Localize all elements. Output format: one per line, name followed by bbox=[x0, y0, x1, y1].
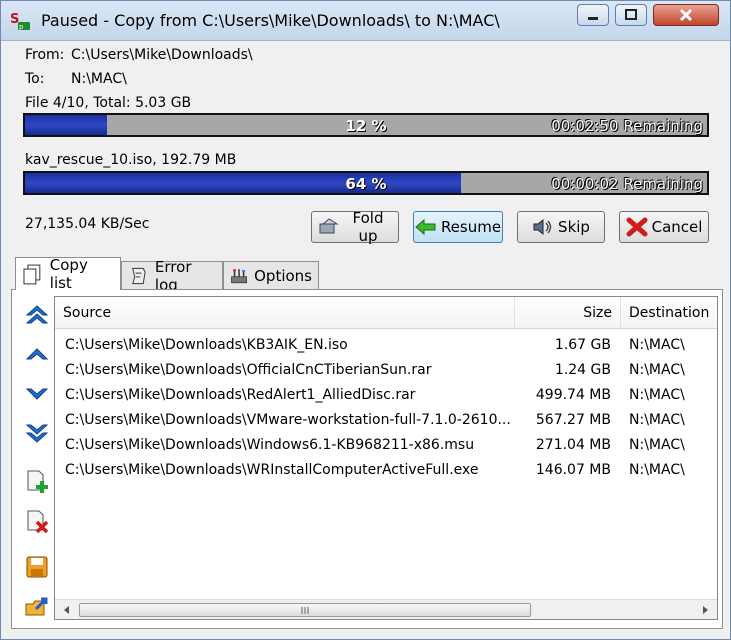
grip-icon bbox=[301, 607, 309, 614]
cancel-x-icon bbox=[626, 217, 648, 237]
row-size: 567.27 MB bbox=[535, 412, 611, 428]
row-source: C:\Users\Mike\Downloads\KB3AIK_EN.iso bbox=[65, 337, 348, 353]
skip-button[interactable]: Skip bbox=[517, 211, 605, 243]
svg-text:p: p bbox=[19, 23, 24, 31]
row-source: C:\Users\Mike\Downloads\WRInstallCompute… bbox=[65, 462, 479, 478]
fold-up-icon bbox=[319, 218, 339, 234]
scroll-right-icon[interactable] bbox=[699, 604, 711, 616]
to-value: N:\MAC\ bbox=[71, 71, 127, 87]
from-label: From: bbox=[25, 47, 65, 63]
column-destination[interactable]: Destination bbox=[621, 297, 717, 329]
error-log-icon bbox=[132, 267, 146, 284]
load-list-icon[interactable] bbox=[24, 594, 50, 620]
from-value: C:\Users\Mike\Downloads\ bbox=[71, 47, 253, 63]
move-to-top-icon[interactable] bbox=[24, 302, 50, 328]
close-window-button[interactable] bbox=[653, 4, 719, 26]
title-bar[interactable]: S p Paused - Copy from C:\Users\Mike\Dow… bbox=[1, 1, 730, 41]
total-progress-bar: 12 % 00:02:50 Remaining bbox=[23, 113, 709, 137]
app-icon: S p bbox=[10, 12, 30, 31]
column-size[interactable]: Size bbox=[515, 297, 621, 329]
row-source: C:\Users\Mike\Downloads\RedAlert1_Allied… bbox=[65, 387, 416, 403]
fold-up-button[interactable]: Fold up bbox=[311, 209, 399, 245]
row-destination: N:\MAC\ bbox=[629, 337, 685, 353]
fold-up-label: Fold up bbox=[352, 209, 384, 245]
move-down-icon[interactable] bbox=[24, 380, 50, 406]
table-row[interactable]: C:\Users\Mike\Downloads\VMware-workstati… bbox=[55, 409, 717, 433]
minimize-button[interactable] bbox=[577, 4, 609, 26]
cancel-label: Cancel bbox=[651, 218, 703, 236]
maximize-button[interactable] bbox=[615, 4, 647, 26]
copy-list-panel: Source Size Destination C:\Users\Mike\Do… bbox=[11, 289, 723, 629]
skip-speaker-icon bbox=[533, 218, 552, 236]
copy-list[interactable]: Source Size Destination C:\Users\Mike\Do… bbox=[54, 296, 718, 620]
table-row[interactable]: C:\Users\Mike\Downloads\RedAlert1_Allied… bbox=[55, 384, 717, 408]
to-line: To: N:\MAC\ bbox=[25, 71, 127, 87]
cancel-button[interactable]: Cancel bbox=[619, 211, 709, 243]
file-summary: File 4/10, Total: 5.03 GB bbox=[25, 95, 192, 111]
row-destination: N:\MAC\ bbox=[629, 362, 685, 378]
row-size: 1.67 GB bbox=[554, 337, 611, 353]
tools-icon bbox=[231, 268, 247, 283]
row-destination: N:\MAC\ bbox=[629, 387, 685, 403]
remove-file-icon[interactable] bbox=[24, 508, 50, 534]
scroll-thumb[interactable] bbox=[79, 603, 531, 617]
tab-copy-list[interactable]: Copy list bbox=[15, 256, 121, 292]
row-size: 1.24 GB bbox=[554, 362, 611, 378]
transfer-speed: 27,135.04 KB/Sec bbox=[25, 216, 150, 232]
row-size: 146.07 MB bbox=[535, 462, 611, 478]
tab-options-label: Options bbox=[254, 266, 312, 285]
row-size: 499.74 MB bbox=[535, 387, 611, 403]
maximize-icon bbox=[625, 9, 637, 20]
resume-label: Resume bbox=[440, 218, 502, 236]
column-source[interactable]: Source bbox=[55, 297, 515, 329]
tab-options[interactable]: Options bbox=[223, 261, 319, 289]
app-window: S p Paused - Copy from C:\Users\Mike\Dow… bbox=[0, 0, 731, 640]
list-header: Source Size Destination bbox=[55, 297, 717, 329]
table-row[interactable]: C:\Users\Mike\Downloads\WRInstallCompute… bbox=[55, 459, 717, 483]
move-to-bottom-icon[interactable] bbox=[24, 420, 50, 446]
row-destination: N:\MAC\ bbox=[629, 462, 685, 478]
table-row[interactable]: C:\Users\Mike\Downloads\OfficialCnCTiber… bbox=[55, 359, 717, 383]
row-source: C:\Users\Mike\Downloads\Windows6.1-KB968… bbox=[65, 437, 475, 453]
window-title: Paused - Copy from C:\Users\Mike\Downloa… bbox=[41, 11, 500, 30]
from-line: From: C:\Users\Mike\Downloads\ bbox=[25, 47, 253, 63]
resume-arrow-icon bbox=[415, 218, 436, 236]
table-row[interactable]: C:\Users\Mike\Downloads\Windows6.1-KB968… bbox=[55, 434, 717, 458]
row-destination: N:\MAC\ bbox=[629, 412, 685, 428]
file-progress-bar: 64 % 00:00:02 Remaining bbox=[23, 171, 709, 195]
scroll-left-icon[interactable] bbox=[61, 604, 73, 616]
to-label: To: bbox=[25, 71, 45, 87]
skip-label: Skip bbox=[558, 218, 590, 236]
tab-copy-list-label: Copy list bbox=[49, 256, 88, 292]
current-file: kav_rescue_10.iso, 192.79 MB bbox=[25, 152, 237, 168]
move-up-icon[interactable] bbox=[24, 342, 50, 368]
horizontal-scrollbar[interactable] bbox=[55, 599, 717, 619]
minimize-icon bbox=[588, 17, 598, 20]
close-icon bbox=[679, 8, 693, 22]
table-row[interactable]: C:\Users\Mike\Downloads\KB3AIK_EN.iso 1.… bbox=[55, 334, 717, 358]
total-remaining-time: 00:02:50 Remaining bbox=[551, 117, 703, 135]
row-size: 271.04 MB bbox=[535, 437, 611, 453]
resume-button[interactable]: Resume bbox=[413, 211, 503, 243]
svg-text:S: S bbox=[10, 12, 19, 27]
row-source: C:\Users\Mike\Downloads\OfficialCnCTiber… bbox=[65, 362, 432, 378]
add-file-icon[interactable] bbox=[24, 468, 50, 494]
tab-error-log[interactable]: Error log bbox=[121, 258, 223, 294]
row-destination: N:\MAC\ bbox=[629, 437, 685, 453]
file-remaining-time: 00:00:02 Remaining bbox=[551, 175, 703, 193]
save-list-icon[interactable] bbox=[24, 554, 50, 580]
row-source: C:\Users\Mike\Downloads\VMware-workstati… bbox=[65, 412, 511, 428]
copy-list-icon bbox=[23, 264, 41, 285]
